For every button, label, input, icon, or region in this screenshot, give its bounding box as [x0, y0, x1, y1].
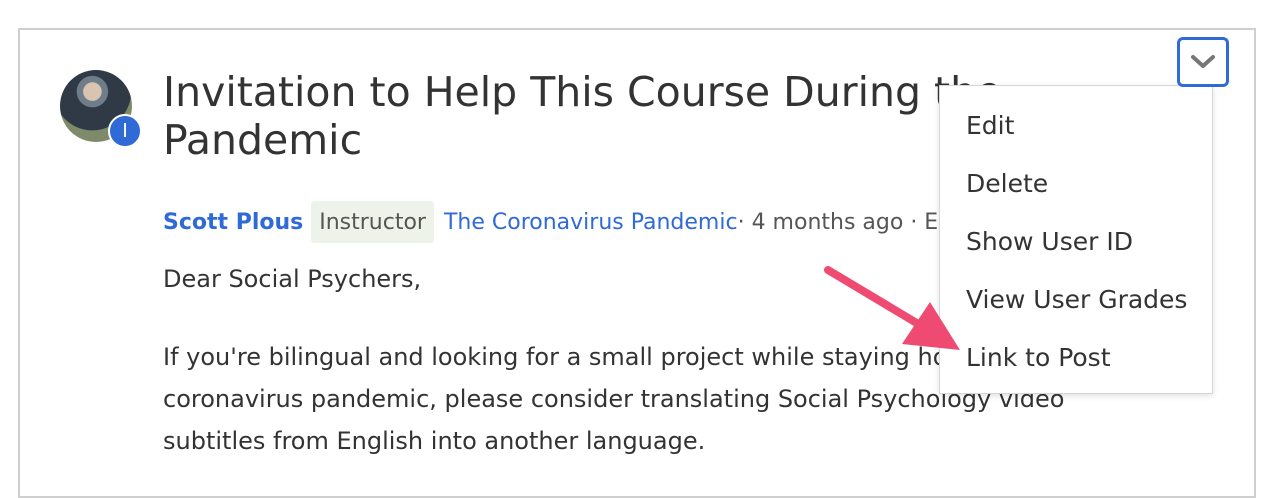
author-link[interactable]: Scott Plous — [163, 210, 303, 235]
chevron-down-icon — [1191, 55, 1215, 68]
menu-item-edit[interactable]: Edit — [940, 96, 1212, 154]
menu-item-link-to-post[interactable]: Link to Post — [940, 328, 1212, 386]
post-title: Invitation to Help This Course During th… — [163, 68, 1002, 164]
post-meta: Scott Plous Instructor The Coronavirus P… — [163, 201, 953, 243]
topic-link[interactable]: The Coronavirus Pandemic — [444, 210, 738, 235]
post-actions-menu: Edit Delete Show User ID View User Grade… — [939, 85, 1213, 394]
annotation-arrow-icon — [824, 266, 960, 350]
post-timestamp: · 4 months ago · E — [737, 209, 939, 235]
avatar-initial-badge: I — [108, 114, 142, 148]
menu-item-view-user-grades[interactable]: View User Grades — [940, 270, 1212, 328]
post-actions-toggle-button[interactable] — [1177, 37, 1229, 87]
menu-item-show-user-id[interactable]: Show User ID — [940, 212, 1212, 270]
menu-item-delete[interactable]: Delete — [940, 154, 1212, 212]
role-badge: Instructor — [311, 201, 434, 243]
